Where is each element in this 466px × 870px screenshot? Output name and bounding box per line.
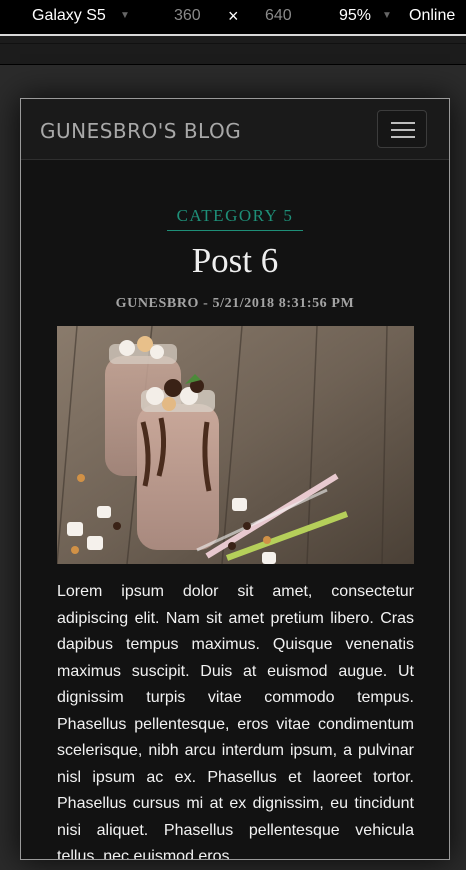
dimension-separator: ×	[228, 6, 239, 26]
network-throttle-select[interactable]: Online	[409, 7, 455, 25]
site-brand[interactable]: GUNESBRO'S BLOG	[40, 119, 241, 143]
post-meta: GUNESBRO - 5/21/2018 8:31:56 PM	[115, 296, 355, 311]
device-select[interactable]: Galaxy S5	[32, 7, 106, 25]
post-body: Lorem ipsum dolor sit amet, consectetur …	[57, 583, 414, 860]
milkshake-photo-icon	[57, 326, 414, 564]
hamburger-icon	[391, 129, 415, 131]
device-toolbar: Galaxy S5 ▼ 360 × 640 95% ▼ Online	[0, 0, 466, 34]
zoom-dropdown-icon[interactable]: ▼	[382, 10, 392, 21]
menu-toggle-button[interactable]	[377, 110, 427, 148]
post-image	[57, 326, 414, 564]
device-viewport: GUNESBRO'S BLOG CATEGORY 5 Post 6 GUNESB…	[20, 98, 450, 860]
category-underline	[167, 230, 303, 231]
site-navbar: GUNESBRO'S BLOG	[21, 99, 449, 160]
hamburger-icon	[391, 122, 415, 124]
viewport-height-input[interactable]: 640	[265, 7, 292, 25]
post-category-link[interactable]: CATEGORY 5	[21, 206, 449, 226]
device-dropdown-icon[interactable]: ▼	[120, 10, 130, 21]
media-query-bar[interactable]	[0, 36, 466, 65]
post-title: Post 6	[191, 241, 279, 280]
viewport-width-input[interactable]: 360	[174, 7, 201, 25]
hamburger-icon	[391, 136, 415, 138]
zoom-select[interactable]: 95%	[339, 7, 371, 25]
